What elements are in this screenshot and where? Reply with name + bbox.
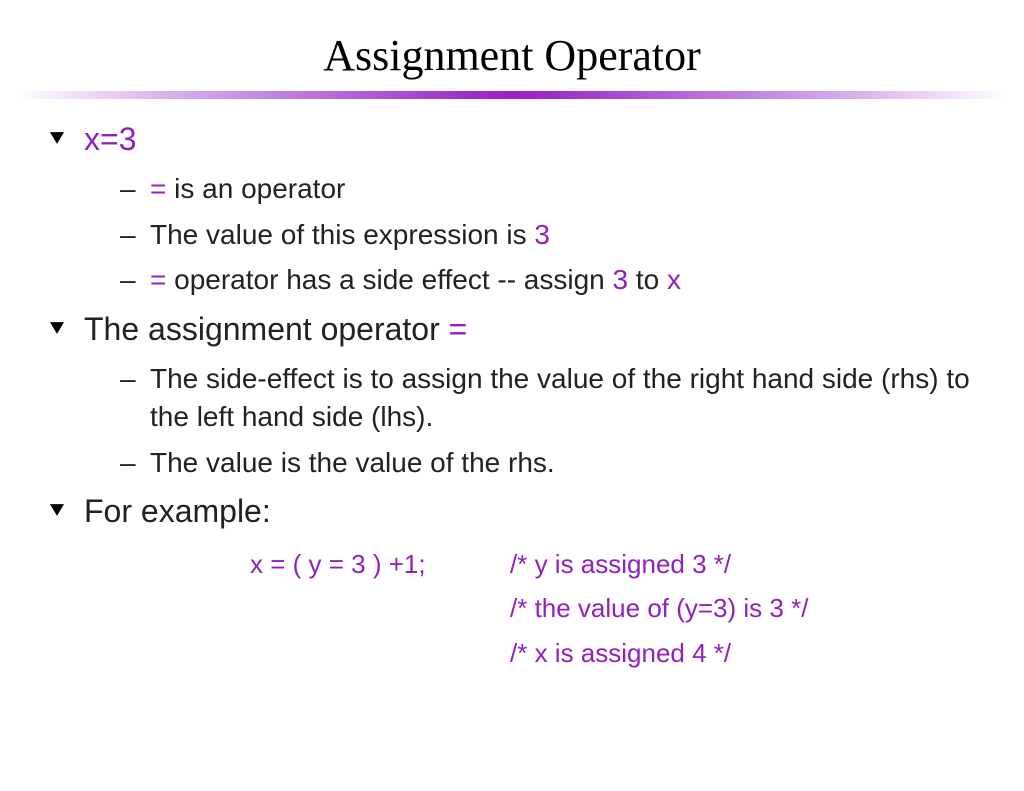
sub-bullet-2a-text: The side-effect is to assign the value o… <box>150 360 974 436</box>
sub-bullet-1c: – = operator has a side effect -- assign… <box>120 261 974 299</box>
sub-bullet-1c-text: = operator has a side effect -- assign 3… <box>150 261 681 299</box>
code-expression: x = ( y = 3 ) +1; <box>250 542 510 586</box>
bullet-arrow-icon <box>50 121 64 147</box>
code-comment-3: /* x is assigned 4 */ <box>510 631 974 675</box>
slide-content: x=3 – = is an operator – The value of th… <box>0 99 1024 675</box>
code-example: x = ( y = 3 ) +1; /* y is assigned 3 */ … <box>250 542 974 675</box>
bullet-3: For example: <box>50 489 974 534</box>
bullet-arrow-icon <box>50 493 64 519</box>
sub-bullet-1b-text: The value of this expression is 3 <box>150 216 550 254</box>
code-comment-2: /* the value of (y=3) is 3 */ <box>510 586 974 630</box>
sub-bullet-2b-text: The value is the value of the rhs. <box>150 444 555 482</box>
code-line-1: x = ( y = 3 ) +1; /* y is assigned 3 */ <box>250 542 974 586</box>
dash-icon: – <box>120 219 138 251</box>
dash-icon: – <box>120 173 138 205</box>
code-comment-1: /* y is assigned 3 */ <box>510 542 731 586</box>
sub-bullet-1a-text: = is an operator <box>150 170 345 208</box>
slide-title: Assignment Operator <box>0 0 1024 91</box>
bullet-3-text: For example: <box>84 489 271 534</box>
sub-bullet-2b: – The value is the value of the rhs. <box>120 444 974 482</box>
sub-bullet-2a: – The side-effect is to assign the value… <box>120 360 974 436</box>
dash-icon: – <box>120 363 138 395</box>
bullet-arrow-icon <box>50 311 64 337</box>
bullet-1-text: x=3 <box>84 117 136 162</box>
bullet-1: x=3 <box>50 117 974 162</box>
sub-bullet-1b: – The value of this expression is 3 <box>120 216 974 254</box>
dash-icon: – <box>120 264 138 296</box>
sub-bullet-1a: – = is an operator <box>120 170 974 208</box>
title-divider <box>17 91 1007 99</box>
dash-icon: – <box>120 447 138 479</box>
bullet-2-text: The assignment operator = <box>84 307 467 352</box>
bullet-2: The assignment operator = <box>50 307 974 352</box>
